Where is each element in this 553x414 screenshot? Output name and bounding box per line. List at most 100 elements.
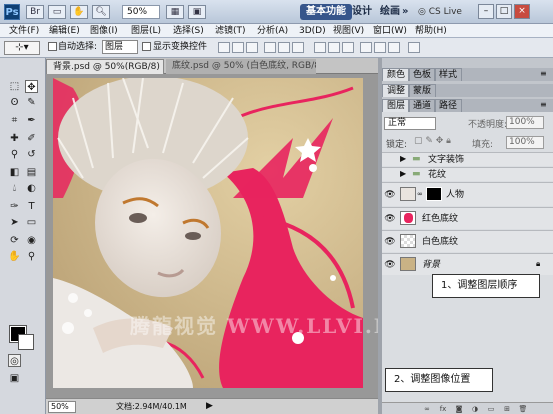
- 3d-camera-tool-icon[interactable]: ◉: [25, 234, 38, 247]
- move-tool-icon[interactable]: ✥: [25, 80, 38, 93]
- menu-layer[interactable]: 图层(L): [128, 24, 164, 38]
- menu-3d[interactable]: 3D(D): [296, 24, 329, 38]
- menu-edit[interactable]: 编辑(E): [46, 24, 83, 38]
- minibridge-icon[interactable]: ▭: [48, 5, 66, 19]
- new-layer-icon[interactable]: ⊞: [502, 405, 512, 413]
- maximize-button[interactable]: □: [496, 4, 512, 19]
- quick-mask-icon[interactable]: ◎: [8, 354, 21, 367]
- link-layers-icon[interactable]: ∞: [422, 405, 432, 413]
- brush-tool-icon[interactable]: ✐: [25, 132, 38, 145]
- panel-menu-icon[interactable]: ≡: [540, 100, 547, 109]
- crop-tool-icon[interactable]: ⌗: [8, 114, 21, 127]
- tab-channels[interactable]: 通道: [408, 99, 437, 112]
- blend-mode-select[interactable]: 正常: [384, 117, 436, 130]
- tab-texture-psd[interactable]: 底纹.psd @ 50% (白色底纹, RGB/8) * ×: [166, 59, 316, 74]
- view-extras-icon[interactable]: ▦: [166, 5, 184, 19]
- menu-help[interactable]: 帮助(H): [412, 24, 450, 38]
- screen-mode-icon[interactable]: ▣: [188, 5, 206, 19]
- lasso-tool-icon[interactable]: ʘ: [8, 96, 21, 109]
- fill-input[interactable]: 100%: [506, 136, 544, 149]
- menu-window[interactable]: 窗口(W): [370, 24, 410, 38]
- path-selection-tool-icon[interactable]: ➤: [8, 216, 21, 229]
- background-color-swatch[interactable]: [18, 334, 34, 350]
- distribute-left-icon[interactable]: [360, 42, 372, 53]
- layer-row-background[interactable]: 👁︎ 背景 🔒︎: [382, 253, 553, 275]
- eye-icon[interactable]: 👁︎: [384, 236, 396, 248]
- visibility-toggle-empty[interactable]: [384, 169, 396, 181]
- screen-mode-icon[interactable]: ▣: [8, 372, 21, 385]
- layer-row-red-texture[interactable]: 👁︎ 红色底纹: [382, 207, 553, 229]
- tab-swatches[interactable]: 色板: [408, 68, 437, 81]
- eye-icon[interactable]: 👁︎: [384, 259, 396, 271]
- menu-view[interactable]: 视图(V): [330, 24, 367, 38]
- distribute-right-icon[interactable]: [388, 42, 400, 53]
- layer-style-icon[interactable]: fx: [438, 405, 448, 413]
- distribute-hcenter-icon[interactable]: [374, 42, 386, 53]
- hand-tool-icon[interactable]: ✋: [8, 250, 21, 263]
- link-icon[interactable]: ∞: [417, 190, 423, 198]
- hand-tool-icon[interactable]: ✋: [70, 5, 88, 19]
- tab-background-psd[interactable]: 背景.psd @ 50%(RGB/8) * ×: [46, 59, 164, 74]
- menu-analysis[interactable]: 分析(A): [254, 24, 291, 38]
- group-expand-icon[interactable]: ▶: [400, 154, 406, 163]
- auto-select-checkbox[interactable]: [48, 42, 57, 51]
- eye-icon[interactable]: 👁︎: [384, 213, 396, 225]
- dodge-tool-icon[interactable]: ◐: [25, 182, 38, 195]
- quick-select-tool-icon[interactable]: ✎: [25, 96, 38, 109]
- layer-mask-thumbnail[interactable]: [426, 187, 442, 201]
- add-mask-icon[interactable]: ◙: [454, 405, 464, 413]
- lock-icons[interactable]: ▢ ✎ ✥ 🔒︎: [414, 136, 451, 146]
- menu-file[interactable]: 文件(F): [6, 24, 42, 38]
- eraser-tool-icon[interactable]: ◧: [8, 166, 21, 179]
- show-transform-checkbox[interactable]: [142, 42, 151, 51]
- layer-row-text-decoration[interactable]: ▶ ▬ 文字装饰: [382, 152, 553, 166]
- align-left-icon[interactable]: [264, 42, 276, 53]
- layer-row-person[interactable]: 👁︎ ∞ 人物: [382, 182, 553, 206]
- tool-preset-picker[interactable]: ⊹▾: [4, 41, 40, 55]
- 3d-rotate-tool-icon[interactable]: ⟳: [8, 234, 21, 247]
- tab-masks[interactable]: 蒙版: [408, 84, 437, 97]
- distribute-vcenter-icon[interactable]: [328, 42, 340, 53]
- tab-color[interactable]: 颜色: [382, 68, 411, 81]
- tab-styles[interactable]: 样式: [434, 68, 463, 81]
- history-brush-tool-icon[interactable]: ↺: [25, 148, 38, 161]
- clone-stamp-tool-icon[interactable]: ⚲: [8, 148, 21, 161]
- bridge-icon[interactable]: Br: [26, 5, 44, 19]
- adjustment-layer-icon[interactable]: ◑: [470, 405, 480, 413]
- minimize-button[interactable]: –: [478, 4, 494, 19]
- panel-menu-icon[interactable]: ≡: [540, 69, 547, 78]
- auto-align-icon[interactable]: [408, 42, 420, 53]
- trash-icon[interactable]: 🗑︎: [518, 405, 528, 413]
- tab-paths[interactable]: 路径: [434, 99, 463, 112]
- opacity-input[interactable]: 100%: [506, 116, 544, 129]
- align-vcenter-icon[interactable]: [232, 42, 244, 53]
- workspace-essentials[interactable]: 基本功能: [300, 4, 352, 20]
- zoom-level-select[interactable]: 50%: [122, 5, 160, 19]
- group-expand-icon[interactable]: ▶: [400, 169, 406, 178]
- cs-live-button[interactable]: ◎ CS Live: [418, 5, 476, 19]
- auto-select-dropdown[interactable]: 图层: [102, 40, 138, 54]
- eyedropper-tool-icon[interactable]: ✒: [25, 114, 38, 127]
- document-canvas[interactable]: [53, 78, 363, 388]
- visibility-toggle-empty[interactable]: [384, 154, 396, 166]
- layer-row-white-texture[interactable]: 👁︎ 白色底纹: [382, 230, 553, 252]
- healing-brush-tool-icon[interactable]: ✚: [8, 132, 21, 145]
- align-top-icon[interactable]: [218, 42, 230, 53]
- status-menu-arrow-icon[interactable]: ▶: [206, 401, 213, 411]
- align-hcenter-icon[interactable]: [278, 42, 290, 53]
- distribute-bottom-icon[interactable]: [342, 42, 354, 53]
- pen-tool-icon[interactable]: ✑: [8, 200, 21, 213]
- menu-select[interactable]: 选择(S): [170, 24, 207, 38]
- layer-row-pattern[interactable]: ▶ ▬ 花纹: [382, 167, 553, 181]
- marquee-tool-icon[interactable]: ⬚: [8, 80, 21, 93]
- distribute-top-icon[interactable]: [314, 42, 326, 53]
- menu-image[interactable]: 图像(I): [87, 24, 121, 38]
- status-zoom-field[interactable]: 50%: [48, 401, 76, 413]
- tab-layers[interactable]: 图层: [382, 99, 411, 112]
- align-bottom-icon[interactable]: [246, 42, 258, 53]
- shape-tool-icon[interactable]: ▭: [25, 216, 38, 229]
- blur-tool-icon[interactable]: 💧︎: [8, 182, 21, 195]
- gradient-tool-icon[interactable]: ▤: [25, 166, 38, 179]
- workspace-more[interactable]: »: [396, 4, 414, 20]
- close-button[interactable]: ×: [514, 4, 530, 19]
